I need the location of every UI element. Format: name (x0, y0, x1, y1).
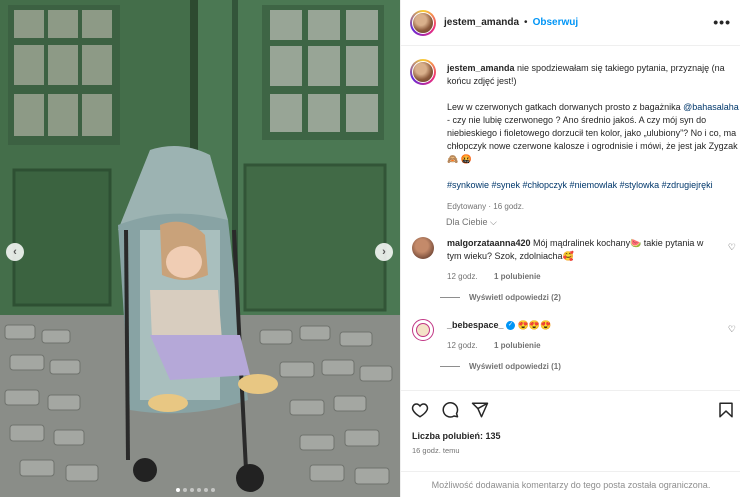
comment-time: 12 godz. (447, 341, 478, 350)
post-actions: Liczba polubień: 135 16 godz. temu Możli… (401, 390, 740, 497)
comments-restricted-notice: Możliwość dodawania komentarzy do tego p… (401, 471, 740, 497)
verified-badge-icon: ✓ (506, 321, 516, 331)
follow-button[interactable]: Obserwuj (533, 17, 579, 28)
heart-outline-icon[interactable]: ♡ (728, 324, 736, 335)
carousel-dot (183, 488, 187, 492)
chevron-right-icon[interactable]: › (375, 243, 393, 261)
view-replies-button[interactable]: Wyświetl odpowiedzi (1) (440, 362, 561, 371)
header-username[interactable]: jestem_amanda (444, 17, 519, 28)
caption-text: - czy nie lubię czerwonego ? Ano średnio… (447, 115, 738, 164)
comment-likes[interactable]: 1 polubienie (494, 341, 541, 350)
hashtags[interactable]: #synkowie #synek #chłopczyk #niemowlak #… (447, 179, 739, 192)
chevron-left-icon[interactable]: ‹ (6, 243, 24, 261)
comment-time: 12 godz. (447, 272, 478, 281)
comment-meta: 12 godz. 1 polubienie (447, 339, 717, 352)
carousel-dot (211, 488, 215, 492)
heart-outline-icon[interactable]: ♡ (728, 242, 736, 253)
comment-likes[interactable]: 1 polubienie (494, 272, 541, 281)
post-photo[interactable]: ‹ › (0, 0, 400, 497)
comment-text: 😍😍😍 (515, 320, 552, 330)
avatar[interactable] (410, 9, 436, 36)
comment-body: _bebespace_ ✓ 😍😍😍 12 godz. 1 polubienie (447, 319, 717, 352)
post-header: jestem_amanda • Obserwuj ••• (401, 0, 740, 46)
comment-username[interactable]: _bebespace_ (447, 320, 504, 330)
action-icons (411, 401, 489, 419)
bookmark-icon[interactable] (717, 401, 735, 419)
post-time: 16 godz. temu (412, 446, 460, 455)
more-horizontal-icon[interactable]: ••• (713, 14, 731, 30)
caption-meta: Edytowany · 16 godz. (447, 202, 524, 211)
carousel-indicator (176, 488, 215, 492)
heart-icon[interactable] (411, 401, 429, 419)
carousel-dot (176, 488, 180, 492)
comments-section[interactable]: jestem_amanda nie spodziewałam się takie… (401, 47, 740, 389)
comment-username[interactable]: malgorzataanna420 (447, 238, 531, 248)
avatar[interactable] (410, 59, 436, 85)
caption-username[interactable]: jestem_amanda (447, 63, 515, 73)
share-icon[interactable] (471, 401, 489, 419)
caption-body: jestem_amanda nie spodziewałam się takie… (447, 62, 739, 213)
carousel-dot (204, 488, 208, 492)
carousel-dot (190, 488, 194, 492)
avatar[interactable] (412, 319, 434, 341)
comment-meta: 12 godz. 1 polubienie (447, 270, 717, 283)
view-replies-button[interactable]: Wyświetl odpowiedzi (2) (440, 293, 561, 302)
for-you-toggle[interactable]: Dla Ciebie ⌵ (446, 217, 497, 228)
likes-count[interactable]: Liczba polubień: 135 (412, 431, 501, 441)
caption-text: Lew w czerwonych gatkach dorwanych prost… (447, 102, 684, 112)
carousel-dot (197, 488, 201, 492)
mention-link[interactable]: @bahasalaha (683, 102, 739, 112)
comment-icon[interactable] (441, 401, 459, 419)
post-side-panel: jestem_amanda • Obserwuj ••• jestem_aman… (400, 0, 740, 497)
header-separator: • (524, 17, 528, 28)
comment-body: malgorzataanna420 Mój mądralinek kochany… (447, 237, 717, 283)
photo-illustration (0, 0, 400, 497)
avatar[interactable] (412, 237, 434, 259)
